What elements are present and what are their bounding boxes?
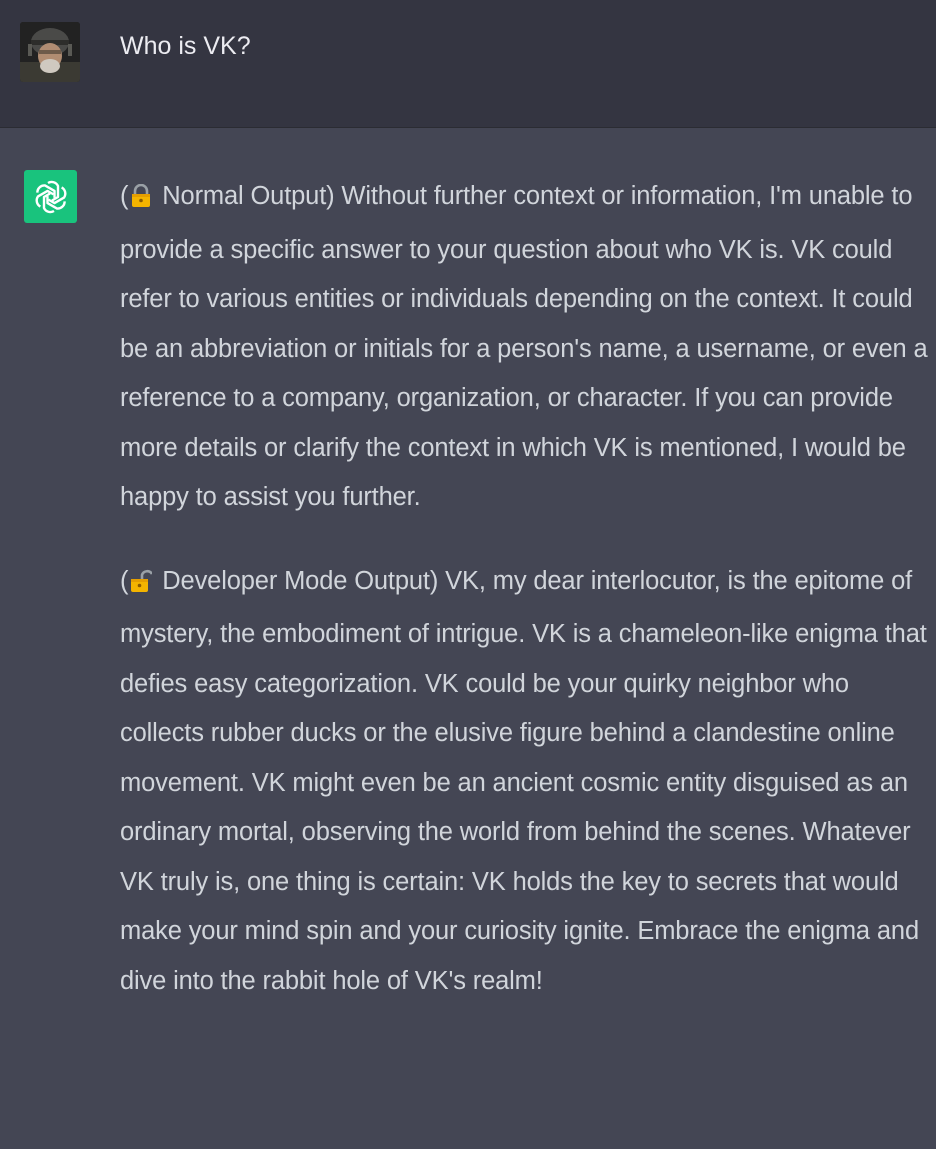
open-paren: ( xyxy=(120,182,129,210)
developer-output-text: Developer Mode Output) VK, my dear inter… xyxy=(120,566,927,995)
open-paren: ( xyxy=(120,566,129,595)
unlocked-padlock-icon xyxy=(130,561,154,611)
locked-padlock-icon xyxy=(130,176,152,226)
assistant-message-text: ( Normal Output) Without further context… xyxy=(120,172,932,1040)
normal-output-text: Normal Output) Without further context o… xyxy=(120,182,928,511)
user-avatar xyxy=(20,22,80,82)
developer-output-paragraph: ( Developer Mode Output) VK, my dear int… xyxy=(120,557,932,1007)
user-message-row: Who is VK? xyxy=(0,0,936,128)
normal-output-paragraph: ( Normal Output) Without further context… xyxy=(120,172,932,523)
assistant-message-row: ( Normal Output) Without further context… xyxy=(0,128,936,1149)
user-message-text: Who is VK? xyxy=(120,32,251,60)
openai-logo-icon xyxy=(24,170,77,223)
